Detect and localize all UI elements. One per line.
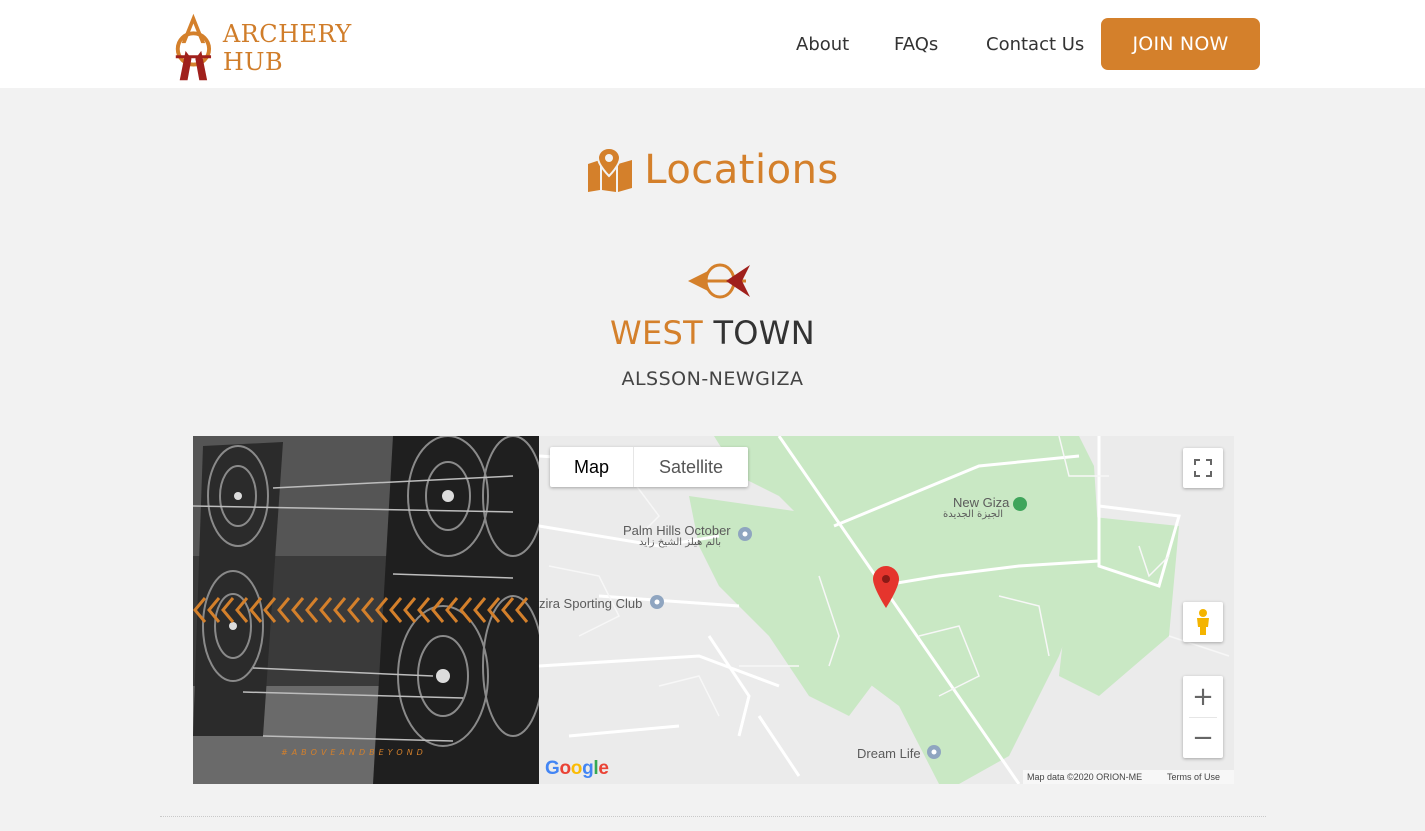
map-label-new-giza-ar: الجيزة الجديدة [943,509,1004,520]
map-canvas[interactable] [539,436,1234,784]
map-label-dream-life[interactable]: Dream Life [857,746,921,761]
zoom-out-button[interactable]: − [1183,718,1223,758]
location-name-part2: TOWN [713,314,815,352]
map-type-map-button[interactable]: Map [550,447,634,487]
target-arrow-icon [688,263,750,299]
fullscreen-icon [1194,459,1212,477]
photo-hashtag: #ABOVEANDBEYOND [281,748,427,757]
map-label-palm-hills[interactable]: Palm Hills October [623,523,731,538]
logo-text: ARCHERY HUB [222,20,352,76]
nav-faqs[interactable]: FAQs [894,34,938,55]
archery-targets-image [193,436,539,784]
join-now-button[interactable]: JOIN NOW [1101,18,1260,70]
archery-logo-icon [175,13,212,81]
map-marker-icon [588,146,633,192]
map-type-satellite-button[interactable]: Satellite [634,447,748,487]
map-label-palm-hills-ar: بالم هيلز الشيخ زايد [639,537,722,548]
pegman-icon [1197,609,1209,635]
street-view-pegman[interactable] [1183,602,1223,642]
zoom-in-button[interactable]: + [1183,677,1223,717]
page-title: Locations [644,147,839,193]
nav-about[interactable]: About [796,34,849,55]
nav-contact[interactable]: Contact Us [986,34,1084,55]
map-label-sporting-club[interactable]: zira Sporting Club [539,596,642,611]
location-photo: #ABOVEANDBEYOND [193,436,539,784]
map-label-new-giza[interactable]: New Giza [953,495,1009,510]
map-attribution: Map data ©2020 ORION-ME [1027,772,1143,782]
map-terms-link[interactable]: Terms of Use [1167,772,1220,782]
zoom-control: + − [1183,676,1223,758]
site-header: ARCHERY HUB About FAQs Contact Us JOIN N… [0,0,1425,88]
google-logo[interactable]: Google [545,758,609,780]
fullscreen-button[interactable] [1183,448,1223,488]
location-name: WEST TOWN [0,314,1425,352]
archery-hub-logo[interactable]: ARCHERY HUB [166,8,416,84]
map-type-control: Map Satellite [550,447,748,487]
locations-heading: Locations [0,146,1425,194]
location-name-part1: WEST [610,314,703,352]
location-map[interactable]: Map Satellite + − New Giza الجيزة الجديد… [539,436,1234,784]
section-divider [160,816,1266,817]
location-subtitle: ALSSON-NEWGIZA [621,368,804,390]
